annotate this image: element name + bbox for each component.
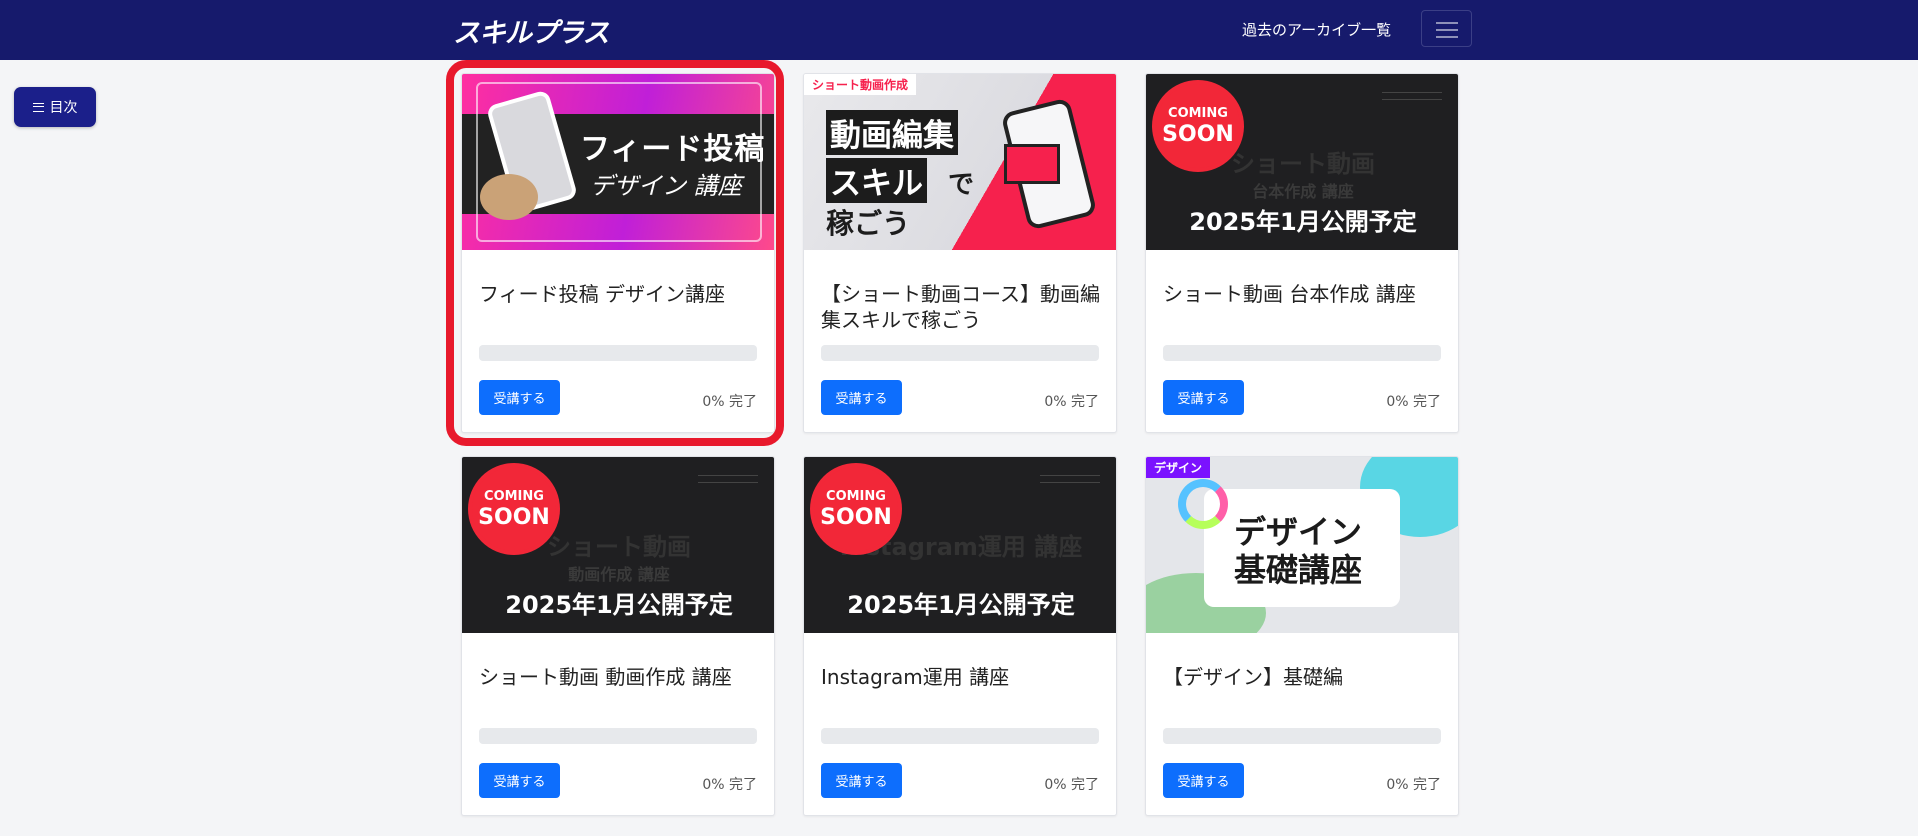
thumb-line2b: で — [948, 170, 975, 200]
course-card[interactable]: Instagram運用 講座 2025年1月公開予定 COMING SOON I… — [803, 456, 1117, 816]
toc-button[interactable]: 目次 — [14, 87, 96, 127]
course-thumbnail[interactable]: デザイン デザイン 基礎講座 — [1146, 457, 1458, 633]
top-navbar: スキルプラス 過去のアーカイブ一覧 — [0, 0, 1918, 60]
course-title[interactable]: ショート動画 動画作成 講座 — [479, 664, 761, 690]
hamburger-icon-bar — [1436, 36, 1458, 38]
palette-illustration — [480, 174, 538, 220]
hamburger-menu-button[interactable] — [1421, 10, 1472, 47]
brand-mark — [1382, 92, 1442, 100]
thumb-line1: 動画編集 — [826, 110, 958, 155]
start-course-button[interactable]: 受講する — [821, 380, 902, 415]
badge-bottom: SOON — [1162, 122, 1234, 147]
course-thumbnail[interactable]: フィード投稿 デザイン 講座 — [462, 74, 774, 250]
course-title[interactable]: ショート動画 台本作成 講座 — [1163, 281, 1445, 307]
site-logo[interactable]: スキルプラス — [453, 11, 609, 50]
thumb-line3: 2025年1月公開予定 — [505, 591, 733, 619]
course-title[interactable]: 【デザイン】基礎編 — [1163, 664, 1445, 690]
progress-bar — [821, 728, 1099, 744]
badge-top: COMING — [484, 489, 544, 504]
course-card[interactable]: デザイン デザイン 基礎講座 【デザイン】基礎編 受講する 0% 完了 — [1145, 456, 1459, 816]
list-icon — [32, 102, 44, 112]
hamburger-icon-bar — [1436, 22, 1458, 24]
thumb-line1: フィード投稿 — [580, 132, 766, 167]
course-thumbnail[interactable]: ショート動画 動画作成 講座 2025年1月公開予定 COMING SOON — [462, 457, 774, 633]
progress-bar — [1163, 728, 1441, 744]
start-course-button[interactable]: 受講する — [821, 763, 902, 798]
course-title[interactable]: Instagram運用 講座 — [821, 664, 1103, 690]
hamburger-icon-bar — [1436, 29, 1458, 31]
course-card[interactable]: ショート動画 台本作成 講座 2025年1月公開予定 COMING SOON シ… — [1145, 73, 1459, 433]
brand-mark — [698, 475, 758, 483]
course-card[interactable]: ショート動画作成 動画編集 スキル で 稼ごう 【ショート動画コース】動画編集ス… — [803, 73, 1117, 433]
archive-list-link[interactable]: 過去のアーカイブ一覧 — [1242, 19, 1391, 40]
start-course-button[interactable]: 受講する — [479, 763, 560, 798]
badge-bottom: SOON — [820, 505, 892, 530]
progress-percent: 0% 完了 — [1386, 394, 1441, 410]
badge-top: COMING — [1168, 106, 1228, 121]
course-thumbnail[interactable]: Instagram運用 講座 2025年1月公開予定 COMING SOON — [804, 457, 1116, 633]
course-thumbnail[interactable]: ショート動画作成 動画編集 スキル で 稼ごう — [804, 74, 1116, 250]
start-course-button[interactable]: 受講する — [1163, 380, 1244, 415]
progress-bar — [479, 728, 757, 744]
progress-bar — [479, 345, 757, 361]
thumb-line2: デザイン 講座 — [590, 172, 742, 200]
start-course-button[interactable]: 受講する — [1163, 763, 1244, 798]
thumb-line2: スキル — [826, 158, 927, 203]
progress-percent: 0% 完了 — [1044, 394, 1099, 410]
course-title[interactable]: 【ショート動画コース】動画編集スキルで稼ごう — [821, 281, 1103, 333]
thumb-line3: 稼ごう — [826, 207, 911, 240]
course-title[interactable]: フィード投稿 デザイン講座 — [479, 281, 761, 307]
color-wheel-icon — [1178, 479, 1228, 529]
progress-percent: 0% 完了 — [702, 394, 757, 410]
progress-percent: 0% 完了 — [1386, 777, 1441, 793]
thumb-line2: 動画作成 講座 — [568, 565, 670, 584]
course-thumbnail[interactable]: ショート動画 台本作成 講座 2025年1月公開予定 COMING SOON — [1146, 74, 1458, 250]
toc-button-label: 目次 — [49, 100, 78, 116]
course-card[interactable]: フィード投稿 デザイン 講座 フィード投稿 デザイン講座 受講する 0% 完了 — [461, 73, 775, 433]
coming-soon-badge: COMING SOON — [1156, 84, 1240, 168]
coming-soon-badge: COMING SOON — [814, 467, 898, 551]
thumb-line2: 基礎講座 — [1234, 551, 1363, 589]
progress-bar — [1163, 345, 1441, 361]
thumb-tag: デザイン — [1146, 457, 1211, 478]
play-icon — [1004, 144, 1060, 184]
badge-bottom: SOON — [478, 505, 550, 530]
progress-percent: 0% 完了 — [1044, 777, 1099, 793]
brand-mark — [1040, 475, 1100, 483]
course-card[interactable]: ショート動画 動画作成 講座 2025年1月公開予定 COMING SOON シ… — [461, 456, 775, 816]
thumb-line2: 台本作成 講座 — [1252, 182, 1354, 201]
start-course-button[interactable]: 受講する — [479, 380, 560, 415]
progress-bar — [821, 345, 1099, 361]
thumb-line3: 2025年1月公開予定 — [847, 591, 1075, 619]
badge-top: COMING — [826, 489, 886, 504]
thumb-tag: ショート動画作成 — [804, 74, 917, 95]
coming-soon-badge: COMING SOON — [472, 467, 556, 551]
thumb-line3: 2025年1月公開予定 — [1189, 208, 1417, 236]
progress-percent: 0% 完了 — [702, 777, 757, 793]
